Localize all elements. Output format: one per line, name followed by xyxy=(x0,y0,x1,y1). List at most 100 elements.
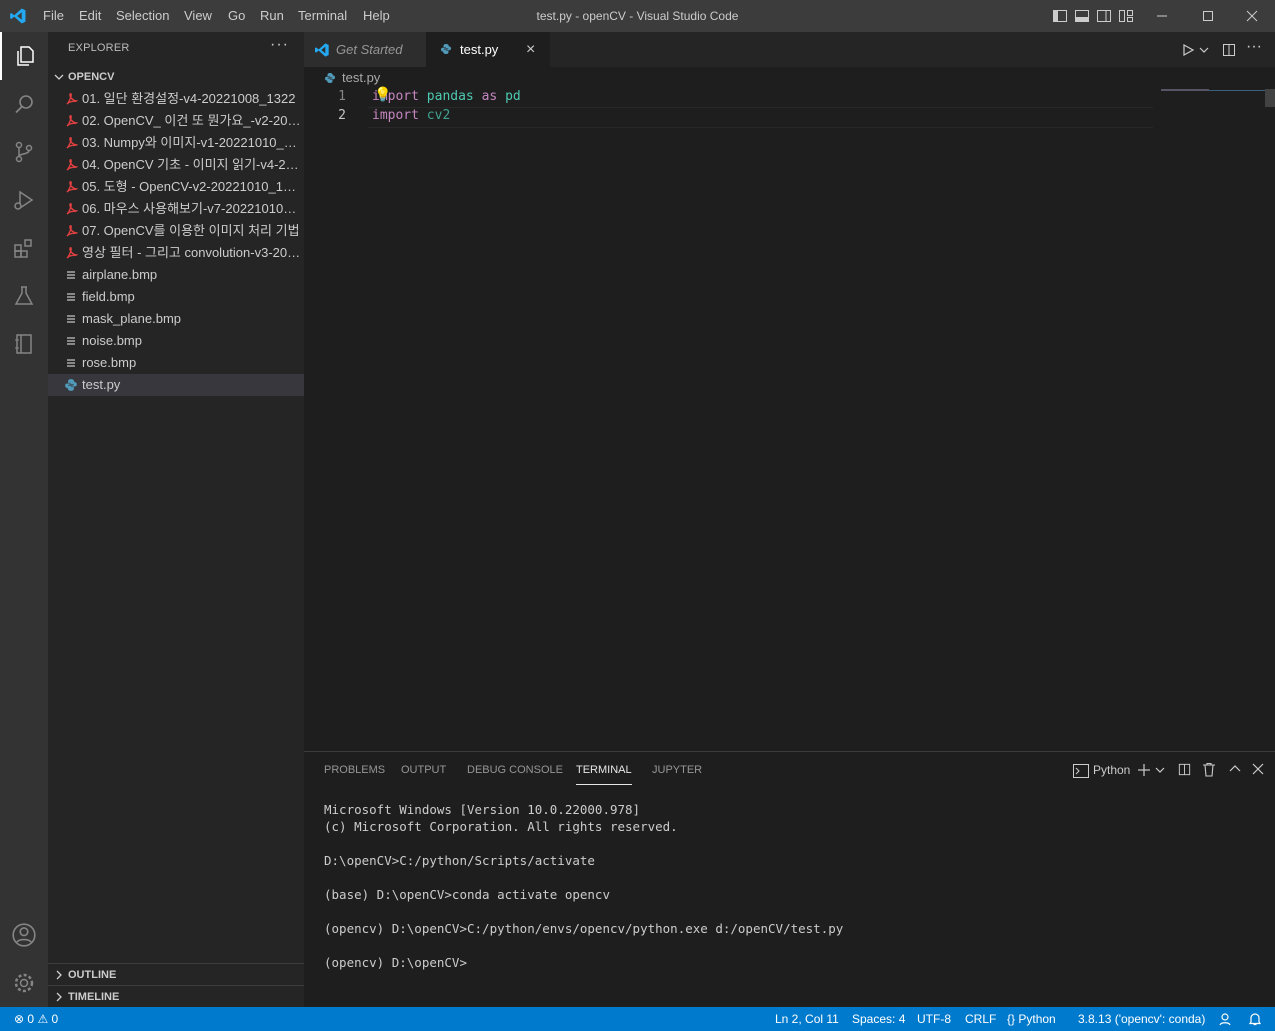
testing-activity[interactable] xyxy=(0,272,48,320)
menu-go[interactable]: Go xyxy=(228,0,245,32)
title-bar: File Edit Selection View Go Run Terminal… xyxy=(0,0,1275,32)
file-item[interactable]: field.bmp xyxy=(48,286,304,308)
code-line[interactable]: import cv2 xyxy=(372,108,450,123)
chevron-down-icon[interactable] xyxy=(1199,45,1209,55)
indentation[interactable]: Spaces: 4 xyxy=(852,1007,905,1031)
menu-edit[interactable]: Edit xyxy=(79,0,101,32)
chevron-down-icon[interactable] xyxy=(1155,765,1165,775)
minimap-slider[interactable] xyxy=(1209,90,1265,91)
pdf-file-icon xyxy=(66,225,78,237)
terminal-line: (base) D:\openCV>conda activate opencv xyxy=(324,887,610,902)
module-name: cv2 xyxy=(426,108,451,123)
file-item[interactable]: 06. 마우스 사용해보기-v7-20221010_1620 xyxy=(48,198,304,220)
accounts-activity[interactable] xyxy=(0,911,48,959)
problems-status[interactable]: ⊗ 0 ⚠ 0 xyxy=(14,1007,58,1031)
minimap[interactable] xyxy=(1161,89,1209,91)
file-item[interactable]: noise.bmp xyxy=(48,330,304,352)
terminal-line: (opencv) D:\openCV>C:/python/envs/opencv… xyxy=(324,921,844,936)
close-panel-icon[interactable] xyxy=(1252,763,1264,775)
explorer-activity[interactable] xyxy=(0,32,48,80)
split-terminal-icon[interactable] xyxy=(1177,762,1192,777)
menu-run[interactable]: Run xyxy=(260,0,284,32)
file-item[interactable]: 04. OpenCV 기초 - 이미지 읽기-v4-20221010 xyxy=(48,154,304,176)
tab-problems[interactable]: PROBLEMS xyxy=(324,764,385,784)
flask-icon xyxy=(14,286,34,305)
toggle-panel-icon[interactable] xyxy=(1074,8,1090,24)
code-line[interactable]: import pandas as pd xyxy=(372,89,521,104)
file-item[interactable]: mask_plane.bmp xyxy=(48,308,304,330)
file-item[interactable]: airplane.bmp xyxy=(48,264,304,286)
menu-help[interactable]: Help xyxy=(363,0,390,32)
file-item[interactable]: 05. 도형 - OpenCV-v2-20221010_1530 xyxy=(48,176,304,198)
language-mode[interactable]: {} Python xyxy=(1007,1007,1056,1031)
file-lines-icon xyxy=(67,315,75,323)
menu-terminal[interactable]: Terminal xyxy=(298,0,347,32)
trash-icon[interactable] xyxy=(1202,762,1216,777)
gear-icon xyxy=(14,973,34,993)
tab-jupyter[interactable]: JUPYTER xyxy=(652,764,702,784)
error-icon: ⊗ xyxy=(14,1012,25,1026)
remote-explorer-activity[interactable] xyxy=(0,320,48,368)
pdf-file-icon xyxy=(66,247,78,259)
tab-terminal[interactable]: TERMINAL xyxy=(576,764,632,785)
file-item[interactable]: rose.bmp xyxy=(48,352,304,374)
python-file-icon xyxy=(325,73,335,83)
cursor-position[interactable]: Ln 2, Col 11 xyxy=(775,1007,839,1031)
tab-debug-console[interactable]: DEBUG CONSOLE xyxy=(467,764,563,784)
run-icon[interactable] xyxy=(1181,43,1195,57)
line-number: 1 xyxy=(338,89,346,104)
close-tab-button[interactable]: × xyxy=(526,32,535,67)
folder-header[interactable]: OPENCV xyxy=(48,66,304,88)
scrollbar-thumb[interactable] xyxy=(1265,89,1275,107)
close-window-button[interactable] xyxy=(1229,0,1275,32)
toggle-sidebar-icon[interactable] xyxy=(1052,8,1068,24)
outline-section[interactable]: OUTLINE xyxy=(48,963,304,985)
file-item[interactable]: test.py xyxy=(48,374,304,396)
file-item[interactable]: 02. OpenCV_ 이건 또 뭔가요_-v2-20221010 xyxy=(48,110,304,132)
tab-label: test.py xyxy=(460,42,499,57)
files-icon xyxy=(17,46,34,66)
terminal-name[interactable]: Python xyxy=(1093,763,1130,777)
customize-layout-icon[interactable] xyxy=(1118,8,1134,24)
add-terminal-icon[interactable] xyxy=(1137,763,1151,777)
warning-count: 0 xyxy=(51,1012,59,1026)
editor-more-button[interactable]: ··· xyxy=(1246,38,1262,56)
maximize-icon xyxy=(1203,11,1213,21)
file-item[interactable]: 03. Numpy와 이미지-v1-20221010_0915 xyxy=(48,132,304,154)
split-editor-icon[interactable] xyxy=(1221,42,1237,58)
search-activity[interactable] xyxy=(0,80,48,128)
encoding[interactable]: UTF-8 xyxy=(917,1007,951,1031)
vscode-logo-icon[interactable] xyxy=(9,7,27,25)
timeline-section[interactable]: TIMELINE xyxy=(48,985,304,1007)
menu-selection[interactable]: Selection xyxy=(116,0,169,32)
feedback-icon[interactable] xyxy=(1218,1012,1232,1026)
file-lines-icon xyxy=(67,359,75,367)
minimize-button[interactable] xyxy=(1139,0,1185,32)
file-lines-icon xyxy=(67,337,75,345)
extensions-activity[interactable] xyxy=(0,224,48,272)
tab-get-started[interactable]: Get Started xyxy=(304,32,426,67)
menu-view[interactable]: View xyxy=(184,0,212,32)
file-item[interactable]: 01. 일단 환경설정-v4-20221008_1322 xyxy=(48,88,304,110)
source-control-activity[interactable] xyxy=(0,128,48,176)
chevron-up-icon[interactable] xyxy=(1229,764,1241,774)
maximize-button[interactable] xyxy=(1185,0,1231,32)
braces-icon: {} xyxy=(1007,1012,1016,1026)
terminal-icon xyxy=(1073,764,1089,778)
lightbulb-icon[interactable]: 💡 xyxy=(374,86,391,103)
bell-icon[interactable] xyxy=(1248,1012,1262,1026)
file-name: 01. 일단 환경설정-v4-20221008_1322 xyxy=(82,91,296,106)
file-name: 02. OpenCV_ 이건 또 뭔가요_-v2-20221010 xyxy=(82,113,302,128)
tab-output[interactable]: OUTPUT xyxy=(401,764,446,784)
menu-file[interactable]: File xyxy=(43,0,64,32)
toggle-secondary-sidebar-icon[interactable] xyxy=(1096,8,1112,24)
file-item[interactable]: 영상 필터 - 그리고 convolution-v3-20221010 xyxy=(48,242,304,264)
manage-activity[interactable] xyxy=(0,959,48,1007)
file-item[interactable]: 07. OpenCV를 이용한 이미지 처리 기법 xyxy=(48,220,304,242)
terminal-line: D:\openCV>C:/python/Scripts/activate xyxy=(324,853,595,868)
explorer-more-button[interactable]: ··· xyxy=(270,36,289,54)
line-ending[interactable]: CRLF xyxy=(965,1007,996,1031)
tab-test-py[interactable]: test.py × xyxy=(426,32,550,67)
run-debug-activity[interactable] xyxy=(0,176,48,224)
python-interpreter[interactable]: 3.8.13 ('opencv': conda) xyxy=(1078,1007,1205,1031)
